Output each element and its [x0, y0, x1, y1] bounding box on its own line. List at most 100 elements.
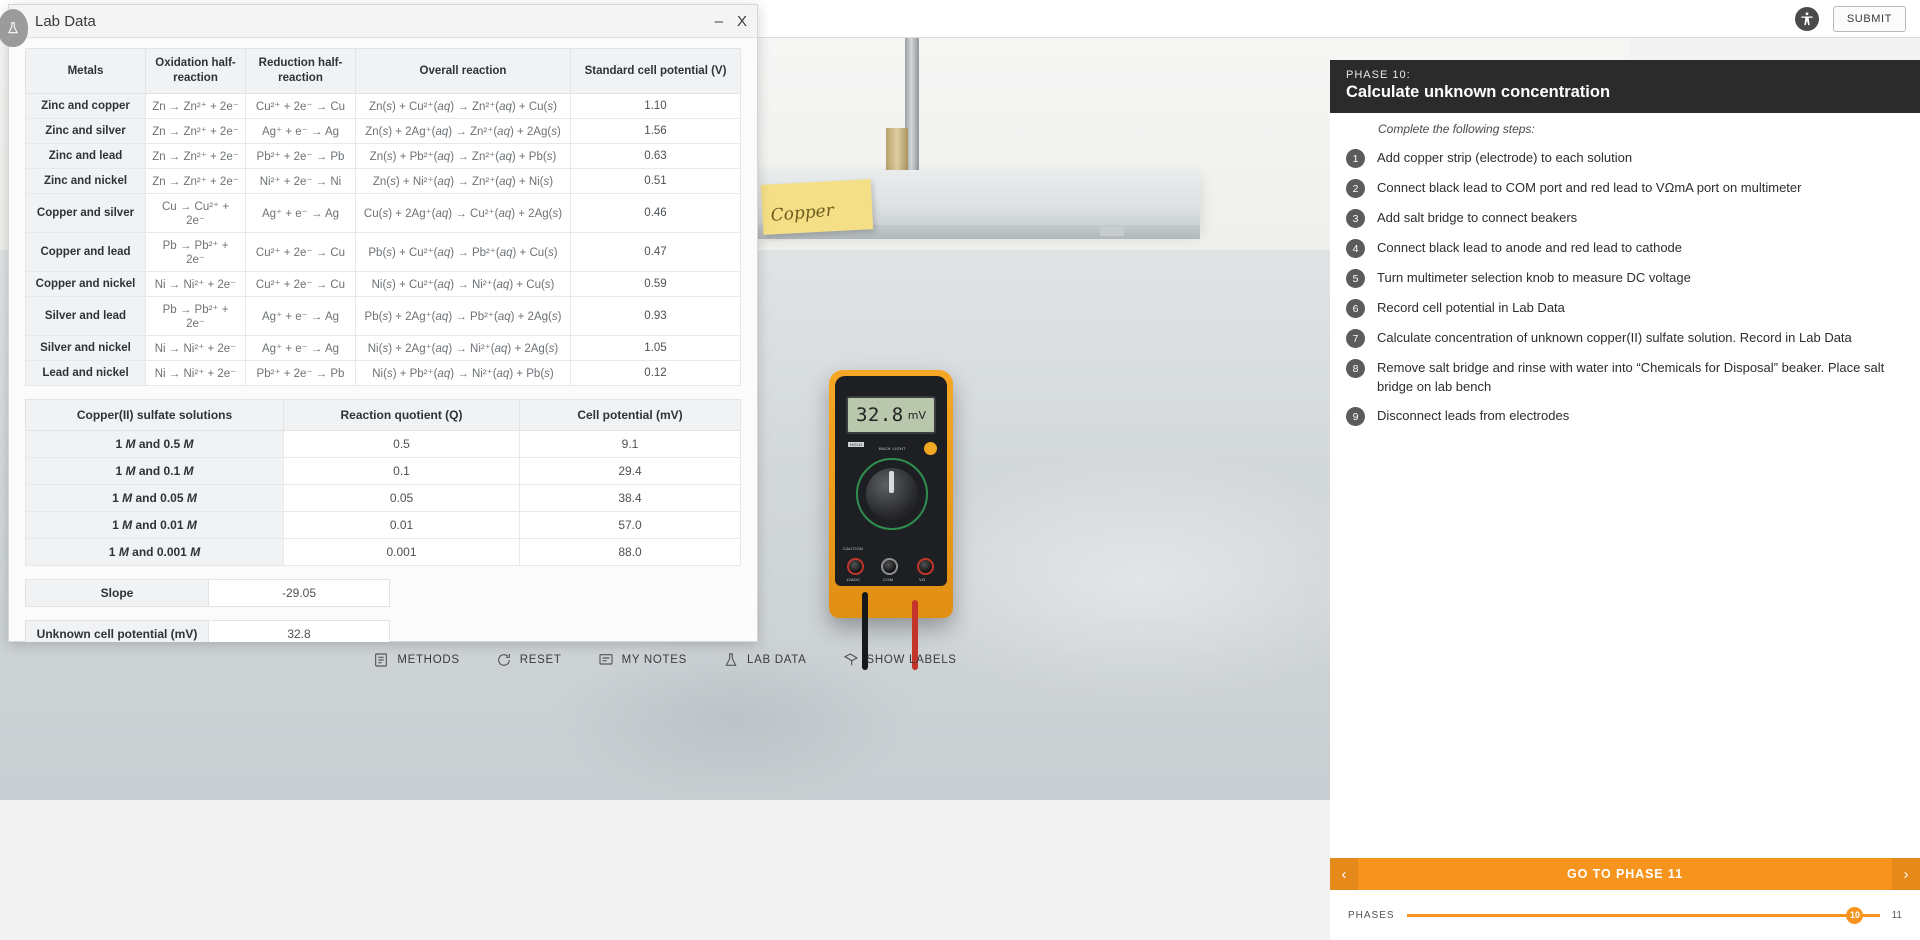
- col-solutions: Copper(II) sulfate solutions: [25, 399, 284, 431]
- toolbar-label-lab-data: LAB DATA: [747, 654, 807, 666]
- cell-potential-mv: 38.4: [519, 484, 741, 512]
- cell-solutions: 1 M and 0.05 M: [25, 484, 284, 512]
- labels-icon: [843, 653, 858, 666]
- step-text: Add salt bridge to connect beakers: [1377, 210, 1578, 225]
- multimeter-10adc-port[interactable]: [847, 558, 864, 575]
- phase-step[interactable]: 5 Turn multimeter selection knob to meas…: [1330, 263, 1920, 293]
- phase-current-marker[interactable]: 10: [1846, 906, 1864, 924]
- chevron-left-icon[interactable]: ‹: [1330, 858, 1358, 890]
- phase-step[interactable]: 4 Connect black lead to anode and red le…: [1330, 233, 1920, 263]
- cell-overall: Ni(s) + Cu²⁺(aq) → Ni²⁺(aq) + Cu(s): [355, 271, 571, 297]
- cell-oxidation: Ni → Ni²⁺ + 2e⁻: [145, 271, 246, 297]
- cell-potential: 1.56: [570, 118, 741, 144]
- standard-potentials-body: Zinc and copper Zn → Zn²⁺ + 2e⁻ Cu²⁺ + 2…: [25, 93, 741, 386]
- multimeter-com-port[interactable]: [881, 558, 898, 575]
- lab-data-title: Lab Data: [35, 12, 96, 30]
- phase-header: PHASE 10: Calculate unknown concentratio…: [1330, 60, 1920, 113]
- phase-step[interactable]: 2 Connect black lead to COM port and red…: [1330, 173, 1920, 203]
- cell-overall: Pb(s) + 2Ag⁺(aq) → Pb²⁺(aq) + 2Ag(s): [355, 296, 571, 336]
- toolbar-label-methods: METHODS: [397, 654, 460, 666]
- cell-overall: Ni(s) + Pb²⁺(aq) → Ni²⁺(aq) + Pb(s): [355, 360, 571, 386]
- cell-overall: Zn(s) + Pb²⁺(aq) → Zn²⁺(aq) + Pb(s): [355, 143, 571, 169]
- minimize-icon[interactable]: –: [715, 14, 723, 29]
- slope-value: -29.05: [208, 579, 390, 607]
- phase-step[interactable]: 1 Add copper strip (electrode) to each s…: [1330, 143, 1920, 173]
- cell-metals: Copper and nickel: [25, 271, 146, 297]
- step-number: 9: [1346, 407, 1365, 426]
- table-row: 1 M and 0.5 M 0.5 9.1: [25, 430, 741, 458]
- step-number: 2: [1346, 179, 1365, 198]
- cell-oxidation: Ni → Ni²⁺ + 2e⁻: [145, 360, 246, 386]
- toolbar-item-reset[interactable]: RESET: [496, 652, 562, 668]
- multimeter-vohm-ma-port[interactable]: [917, 558, 934, 575]
- multimeter-backlight-button[interactable]: [924, 442, 937, 455]
- table-row: 1 M and 0.01 M 0.01 57.0: [25, 511, 741, 539]
- cell-solutions: 1 M and 0.01 M: [25, 511, 284, 539]
- table-row: Zinc and copper Zn → Zn²⁺ + 2e⁻ Cu²⁺ + 2…: [25, 93, 741, 119]
- table-row: 1 M and 0.001 M 0.001 88.0: [25, 538, 741, 566]
- table-row: Copper and silver Cu → Cu²⁺ + 2e⁻ Ag⁺ + …: [25, 193, 741, 233]
- cell-metals: Lead and nickel: [25, 360, 146, 386]
- chevron-right-icon[interactable]: ›: [1892, 858, 1920, 890]
- phase-subtitle: Complete the following steps:: [1378, 122, 1535, 136]
- cell-reduction: Ag⁺ + e⁻ → Ag: [245, 296, 356, 336]
- bench-clamp: [1100, 226, 1124, 236]
- cell-solutions: 1 M and 0.5 M: [25, 430, 284, 458]
- sticky-note-label: Copper: [769, 200, 835, 227]
- step-number: 5: [1346, 269, 1365, 288]
- unknown-potential-value: 32.8: [208, 620, 390, 642]
- notes-icon: [598, 654, 613, 665]
- cell-overall: Zn(s) + Ni²⁺(aq) → Zn²⁺(aq) + Ni(s): [355, 168, 571, 194]
- cell-q: 0.1: [283, 457, 520, 485]
- toolbar-item-lab-data[interactable]: LAB DATA: [723, 652, 807, 668]
- cell-q: 0.01: [283, 511, 520, 539]
- multimeter-face: 32.8 mV BACK LIGHT HOLD CAUTION 10ADC CO…: [835, 376, 947, 586]
- col-oxidation: Oxidation half-reaction: [145, 48, 246, 94]
- cell-metals: Zinc and silver: [25, 118, 146, 144]
- cell-metals: Copper and lead: [25, 232, 146, 272]
- table-row: Zinc and lead Zn → Zn²⁺ + 2e⁻ Pb²⁺ + 2e⁻…: [25, 143, 741, 169]
- cell-potential: 0.93: [570, 296, 741, 336]
- table-row: Zinc and silver Zn → Zn²⁺ + 2e⁻ Ag⁺ + e⁻…: [25, 118, 741, 144]
- toolbar-item-my-notes[interactable]: MY NOTES: [598, 652, 687, 668]
- phase-step[interactable]: 7 Calculate concentration of unknown cop…: [1330, 323, 1920, 353]
- toolbar-label-my-notes: MY NOTES: [621, 654, 688, 666]
- table-spacer: [25, 607, 741, 620]
- go-to-next-phase-button[interactable]: ‹ GO TO PHASE 11 ›: [1330, 858, 1920, 890]
- cell-potential: 0.51: [570, 168, 741, 194]
- step-number: 1: [1346, 149, 1365, 168]
- cell-reduction: Pb²⁺ + 2e⁻ → Pb: [245, 360, 356, 386]
- submit-button[interactable]: SUBMIT: [1832, 5, 1906, 32]
- step-text: Calculate concentration of unknown coppe…: [1377, 330, 1852, 345]
- toolbar-item-show-labels[interactable]: SHOW LABELS: [843, 652, 957, 668]
- phase-step[interactable]: 6 Record cell potential in Lab Data: [1330, 293, 1920, 323]
- cell-potential-mv: 88.0: [519, 538, 741, 566]
- step-number: 3: [1346, 209, 1365, 228]
- lab-data-titlebar[interactable]: Lab Data – X: [0, 5, 757, 47]
- cell-overall: Ni(s) + 2Ag⁺(aq) → Ni²⁺(aq) + 2Ag(s): [355, 335, 571, 361]
- unknown-table: Unknown cell potential (mV) 32.8 Concent…: [25, 620, 390, 642]
- cell-oxidation: Pb → Pb²⁺ + 2e⁻: [145, 296, 246, 336]
- multimeter-selection-knob[interactable]: [866, 468, 918, 520]
- sticky-note-copper: Copper: [760, 179, 874, 235]
- accessibility-icon[interactable]: [1794, 6, 1819, 31]
- phase-step[interactable]: 3 Add salt bridge to connect beakers: [1330, 203, 1920, 233]
- phase-step[interactable]: 9 Disconnect leads from electrodes: [1330, 401, 1920, 431]
- multimeter-backlight-label: BACK LIGHT: [879, 446, 906, 451]
- toolbar-item-methods[interactable]: METHODS: [373, 652, 459, 668]
- cell-overall: Zn(s) + 2Ag⁺(aq) → Zn²⁺(aq) + 2Ag(s): [355, 118, 571, 144]
- phase-progress-track[interactable]: 10: [1406, 906, 1880, 924]
- col-cell-potential: Cell potential (mV): [519, 399, 741, 431]
- cell-solutions: 1 M and 0.1 M: [25, 457, 284, 485]
- step-text: Connect black lead to anode and red lead…: [1377, 240, 1683, 255]
- table-row: Silver and nickel Ni → Ni²⁺ + 2e⁻ Ag⁺ + …: [25, 335, 741, 361]
- table-row: Unknown cell potential (mV) 32.8: [25, 620, 390, 642]
- step-text: Connect black lead to COM port and red l…: [1377, 180, 1802, 195]
- multimeter-unit: mV: [907, 408, 926, 422]
- cell-oxidation: Zn → Zn²⁺ + 2e⁻: [145, 93, 246, 119]
- lab-data-window: Lab Data – X Metals Oxidation half-react…: [0, 4, 758, 642]
- concentration-table-body: 1 M and 0.5 M 0.5 9.1 1 M and 0.1 M 0.1 …: [25, 430, 741, 566]
- phase-step[interactable]: 8 Remove salt bridge and rinse with wate…: [1330, 353, 1920, 401]
- phase-next-number: 11: [1891, 909, 1902, 921]
- close-icon[interactable]: X: [737, 14, 747, 29]
